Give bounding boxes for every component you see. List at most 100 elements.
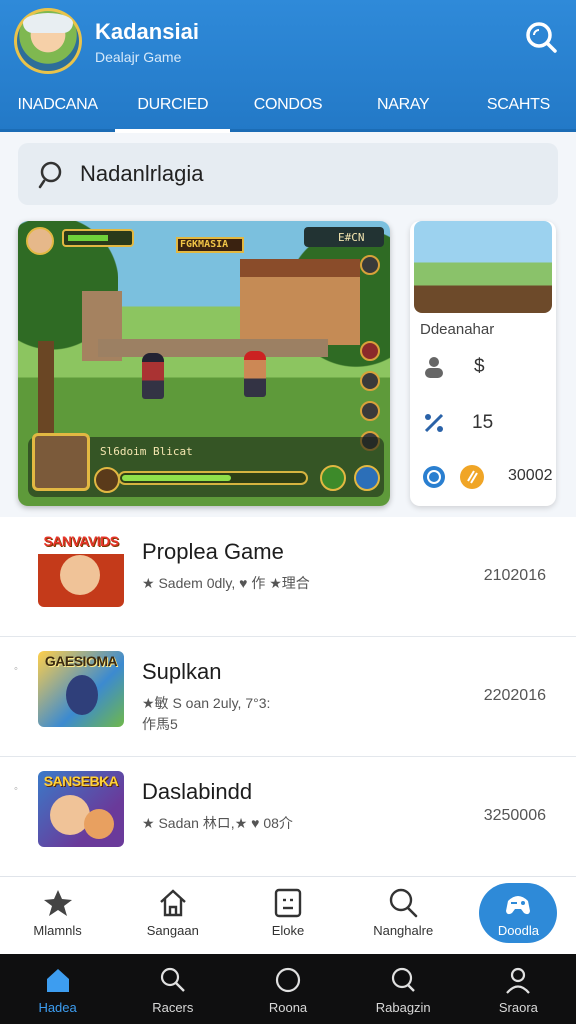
list-item[interactable]: SANVAVIDS Proplea Game ★ Sadem 0dly, ♥ 作… xyxy=(0,517,576,637)
game-meta: ★敏 S oan 2uly, 7°3: 作馬5 xyxy=(142,693,270,735)
action-label: Eloke xyxy=(271,923,305,938)
app-title: Kadansiai xyxy=(95,19,199,44)
user-icon xyxy=(425,357,443,378)
team-portraits[interactable] xyxy=(32,433,90,491)
drag-handle-icon[interactable]: ◦ xyxy=(14,663,24,675)
tab-2[interactable]: CONDOS xyxy=(230,82,345,130)
nav-label: Racers xyxy=(152,1000,194,1015)
action-label: Sangaan xyxy=(146,923,199,938)
action-label: Nanghalre xyxy=(373,923,434,938)
action-item-face[interactable]: Eloke xyxy=(230,877,345,954)
action-label: Doodla xyxy=(497,923,540,938)
action-item-home[interactable]: Sangaan xyxy=(115,877,230,954)
search-icon xyxy=(38,161,62,189)
nav-label: Hadea xyxy=(38,1000,77,1015)
hud-score: E#CN xyxy=(338,231,365,244)
hud-label: Sl6doim Blicat xyxy=(100,445,193,458)
game-meta: ★ Sadem 0dly, ♥ 作 ★理合 xyxy=(142,573,310,594)
nav-item-chat[interactable]: Rabagzin xyxy=(346,954,461,1024)
tab-0[interactable]: INADCANA xyxy=(0,82,115,130)
fighter-character xyxy=(244,351,266,397)
card-row-value: $ xyxy=(474,356,485,377)
jump-button-icon[interactable] xyxy=(354,465,380,491)
circle-icon xyxy=(423,466,445,488)
stamina-bar-fill xyxy=(122,475,231,481)
card-title: Ddeanahar xyxy=(420,321,495,338)
house xyxy=(240,259,360,345)
game-meta-line: ★ Sadan 林ロ,★ ♥ 08介 xyxy=(142,815,293,831)
stone-wall xyxy=(98,339,328,357)
avatar[interactable] xyxy=(14,8,82,74)
bottom-navbar: Hadea Racers Roona Rabagzin Sraora xyxy=(0,954,576,1024)
game-name: Daslabindd xyxy=(142,779,253,804)
search-box[interactable] xyxy=(18,143,558,205)
skill-icon[interactable] xyxy=(360,341,380,361)
game-meta-line: ★敏 S oan 2uly, 7°3: xyxy=(142,695,271,711)
nav-item-search[interactable]: Racers xyxy=(115,954,230,1024)
player-avatar xyxy=(26,227,54,255)
gamepad-icon xyxy=(506,896,531,915)
card-row-value: 15 xyxy=(472,412,494,433)
game-thumbnail xyxy=(414,221,552,313)
action-label: Mlamnls xyxy=(33,923,82,938)
home-icon xyxy=(46,969,69,992)
attack-button-icon[interactable] xyxy=(320,465,346,491)
game-logo-text: SANVAVIDS xyxy=(43,533,119,549)
app-header: Kadansiai Dealajr Game INADCANA DURCIED … xyxy=(0,0,576,133)
character-face xyxy=(60,555,100,595)
tab-1[interactable]: DURCIED xyxy=(115,82,231,133)
square-face-icon xyxy=(274,888,302,918)
fighter-character xyxy=(142,353,164,399)
nav-label: Sraora xyxy=(498,1000,538,1015)
game-count: 3250006 xyxy=(483,807,546,824)
game-logo: SANSEBKA xyxy=(38,771,124,847)
circle-icon xyxy=(275,967,301,993)
percent-icon xyxy=(424,413,444,433)
game-logo: GAESIOMA xyxy=(38,651,124,727)
bottom-action-bar: Mlamnls Sangaan Eloke Nanghalre Doodla xyxy=(0,876,576,954)
game-info-card[interactable]: Ddeanahar $ 15 30002 xyxy=(410,221,556,506)
health-bar-fill xyxy=(68,235,108,241)
drag-handle-icon[interactable]: ◦ xyxy=(14,783,24,795)
nav-item-home[interactable]: Hadea xyxy=(0,954,115,1024)
game-count: 2202016 xyxy=(483,687,546,704)
tab-3[interactable]: NARAY xyxy=(346,82,461,130)
action-item-gamepad[interactable]: Doodla xyxy=(461,877,576,954)
nav-label: Roona xyxy=(268,1000,308,1015)
game-logo-text: GAESIOMA xyxy=(44,653,118,669)
game-name: Suplkan xyxy=(142,659,222,684)
search-icon[interactable] xyxy=(524,20,558,54)
nav-item-circle[interactable]: Roona xyxy=(230,954,345,1024)
search-input[interactable] xyxy=(80,157,540,191)
skill-icon[interactable] xyxy=(360,401,380,421)
action-item-star[interactable]: Mlamnls xyxy=(0,877,115,954)
tab-4[interactable]: SCAHTS xyxy=(461,82,576,130)
hud-banner-text: FGKMASIA xyxy=(180,239,229,250)
user-icon xyxy=(506,967,531,994)
coin-icon xyxy=(460,465,484,489)
tab-bar: INADCANA DURCIED CONDOS NARAY SCAHTS xyxy=(0,82,576,133)
app-subtitle: Dealajr Game xyxy=(95,49,182,65)
card-row-value: 30002 xyxy=(508,467,553,484)
star-icon xyxy=(43,890,72,916)
character-figure xyxy=(66,675,98,715)
game-logo: SANVAVIDS xyxy=(38,531,124,607)
search-icon xyxy=(160,967,185,992)
chat-icon xyxy=(392,967,416,992)
game-logo-text: SANSEBKA xyxy=(43,773,119,789)
coin-icon[interactable] xyxy=(94,467,120,493)
list-item[interactable]: ◦ GAESIOMA Suplkan ★敏 S oan 2uly, 7°3: 作… xyxy=(0,637,576,757)
card-row-score: 30002 xyxy=(420,461,553,491)
featured-game-banner[interactable]: FGKMASIA E#CN Sl6doim Blicat xyxy=(18,221,390,506)
main-content: FGKMASIA E#CN Sl6doim Blicat Ddeanahar $ xyxy=(0,135,576,876)
list-item[interactable]: ◦ SANSEBKA Daslabindd ★ Sadan 林ロ,★ ♥ 08介… xyxy=(0,757,576,876)
character-face xyxy=(84,809,114,839)
stamina-bar xyxy=(118,471,308,485)
action-item-search[interactable]: Nanghalre xyxy=(346,877,461,954)
game-meta-line: ★ Sadem 0dly, ♥ 作 ★理合 xyxy=(142,575,310,591)
nav-label: Rabagzin xyxy=(375,1000,431,1015)
close-icon[interactable] xyxy=(360,255,380,275)
nav-item-profile[interactable]: Sraora xyxy=(461,954,576,1024)
card-row-discount: 15 xyxy=(420,407,550,437)
skill-icon[interactable] xyxy=(360,371,380,391)
